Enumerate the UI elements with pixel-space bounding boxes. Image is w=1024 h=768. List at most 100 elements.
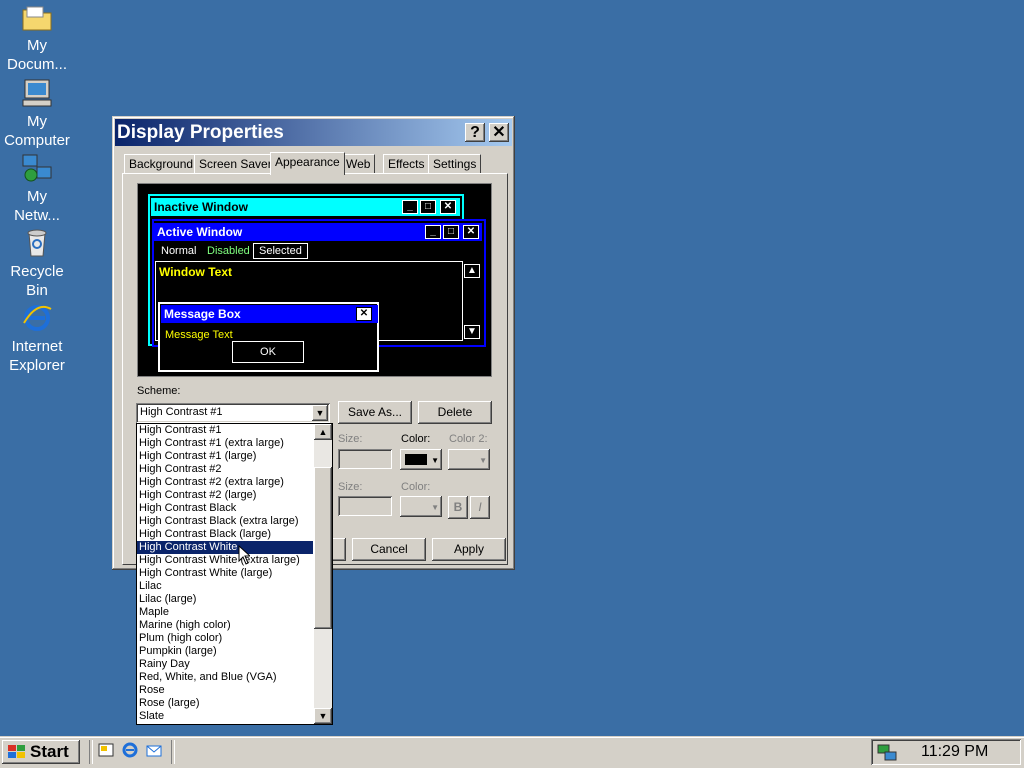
scheme-option[interactable]: Rainy Day — [137, 658, 313, 671]
scheme-label: Scheme: — [137, 385, 181, 397]
scheme-option[interactable]: Pumpkin (large) — [137, 645, 313, 658]
scroll-up-icon[interactable]: ▲ — [314, 424, 332, 440]
tab-appearance[interactable]: Appearance — [270, 152, 345, 175]
start-button[interactable]: Start — [2, 740, 80, 764]
help-button[interactable]: ? — [465, 123, 485, 142]
dropdown-arrow-icon: ▼ — [431, 456, 439, 465]
scroll-down-icon: ▼ — [464, 325, 480, 339]
scheme-option[interactable]: High Contrast White — [137, 541, 313, 554]
scheme-option[interactable]: Marine (high color) — [137, 619, 313, 632]
preview-menu-disabled: Disabled — [207, 245, 250, 257]
scheme-option[interactable]: High Contrast White (large) — [137, 567, 313, 580]
outlook-express-icon[interactable] — [145, 741, 163, 759]
preview-msgbox-text: Message Text — [165, 329, 233, 341]
tab-screen-saver[interactable]: Screen Saver — [194, 154, 277, 174]
preview-menu-normal: Normal — [161, 245, 197, 257]
taskbar-separator — [171, 740, 175, 764]
windows-logo-icon — [8, 745, 25, 758]
show-desktop-icon[interactable] — [97, 741, 115, 759]
scheme-option[interactable]: Rose — [137, 684, 313, 697]
taskbar: Start 11:29 PM — [0, 736, 1024, 768]
desktop-icon-label: Docum... — [6, 56, 67, 73]
title-bar[interactable]: Display Properties ? ✕ — [115, 119, 512, 146]
close-icon: ✕ — [440, 200, 456, 214]
desktop-icon-recycle-bin[interactable]: Recycle Bin — [0, 228, 74, 300]
scheme-option[interactable]: High Contrast #1 (extra large) — [137, 437, 313, 450]
folder-icon — [22, 6, 52, 31]
apply-button[interactable]: Apply — [432, 538, 506, 561]
font-size-select[interactable] — [338, 496, 392, 516]
desktop-icon-my-network[interactable]: My Netw... — [0, 153, 74, 225]
item-color-button[interactable]: ▼ — [400, 449, 442, 470]
scheme-option[interactable]: High Contrast #2 (extra large) — [137, 476, 313, 489]
close-icon: ✕ — [356, 307, 372, 321]
scheme-option[interactable]: High Contrast Black (extra large) — [137, 515, 313, 528]
window-title: Display Properties — [117, 122, 284, 143]
font-color-label: Color: — [401, 481, 431, 493]
scheme-option[interactable]: High Contrast Black — [137, 502, 313, 515]
tab-settings[interactable]: Settings — [428, 154, 482, 174]
scheme-option[interactable]: High Contrast #1 — [137, 424, 313, 437]
scheme-option[interactable]: Plum (high color) — [137, 632, 313, 645]
scheme-selected-value: High Contrast #1 — [140, 406, 223, 418]
preview-msgbox-title: Message Box — [161, 305, 378, 323]
computer-icon — [22, 79, 52, 107]
desktop-icon-label: Bin — [26, 282, 48, 299]
close-button[interactable]: ✕ — [489, 123, 509, 142]
scheme-option[interactable]: Slate — [137, 710, 313, 723]
recycle-bin-icon — [27, 229, 47, 257]
scheme-option[interactable]: High Contrast #2 (large) — [137, 489, 313, 502]
item-size-spinner[interactable] — [338, 449, 392, 469]
maximize-icon: □ — [420, 200, 436, 214]
tab-effects[interactable]: Effects — [383, 154, 430, 174]
font-size-label: Size: — [338, 481, 363, 493]
dropdown-arrow-icon: ▼ — [479, 456, 487, 465]
scheme-option[interactable]: Red, White, and Blue (VGA) — [137, 671, 313, 684]
desktop-icon-internet-explorer[interactable]: Internet Explorer — [0, 303, 74, 375]
scheme-option-list: High Contrast #1 High Contrast #1 (extra … — [137, 424, 332, 723]
dropdown-scrollbar[interactable]: ▲ ▼ — [314, 424, 332, 724]
cancel-button[interactable]: Cancel — [352, 538, 426, 561]
save-as-button[interactable]: Save As... — [338, 401, 412, 424]
scheme-option[interactable]: High Contrast #2 — [137, 463, 313, 476]
scroll-down-icon[interactable]: ▼ — [314, 708, 332, 724]
scroll-up-icon: ▲ — [464, 264, 480, 278]
tab-web[interactable]: Web — [341, 154, 376, 174]
desktop-icon-my-computer[interactable]: My Computer — [0, 78, 74, 150]
desktop-icon-label: My — [27, 188, 47, 205]
scheme-option[interactable]: High Contrast Black (large) — [137, 528, 313, 541]
font-color-button[interactable]: ▼ — [400, 496, 442, 517]
scheme-option[interactable]: Lilac (large) — [137, 593, 313, 606]
delete-button[interactable]: Delete — [418, 401, 492, 424]
dropdown-arrow-icon[interactable]: ▼ — [312, 405, 328, 421]
color-swatch — [405, 454, 427, 465]
scroll-thumb[interactable] — [314, 467, 332, 629]
scheme-option[interactable]: Lilac — [137, 580, 313, 593]
scheme-option[interactable]: High Contrast #1 (large) — [137, 450, 313, 463]
quicklaunch-separator — [89, 740, 93, 764]
desktop-icon-my-documents[interactable]: My Docum... — [0, 4, 74, 74]
minimize-icon: _ — [402, 200, 418, 214]
desktop-icon-label: My — [27, 37, 47, 54]
dropdown-arrow-icon: ▼ — [431, 503, 439, 512]
mouse-pointer-icon — [238, 545, 250, 565]
italic-button[interactable]: I — [470, 496, 490, 519]
desktop-icon-label: Explorer — [9, 357, 65, 374]
bold-button[interactable]: B — [448, 496, 468, 519]
internet-explorer-icon[interactable] — [121, 741, 139, 759]
maximize-icon: □ — [443, 225, 459, 239]
desktop-icon-label: Recycle — [10, 263, 64, 280]
item-color2-button[interactable]: ▼ — [448, 449, 490, 470]
start-label: Start — [30, 742, 69, 761]
scheme-option[interactable]: Rose (large) — [137, 697, 313, 710]
tab-background[interactable]: Background — [124, 154, 199, 174]
network-tray-icon[interactable] — [877, 743, 897, 761]
scheme-select[interactable]: High Contrast #1 ▼ — [136, 403, 330, 423]
scheme-dropdown-list[interactable]: High Contrast #1 High Contrast #1 (extra … — [136, 423, 333, 725]
scheme-option[interactable]: High Contrast White (extra large) — [137, 554, 313, 567]
scheme-option[interactable]: Maple — [137, 606, 313, 619]
item-size-label: Size: — [338, 433, 363, 445]
minimize-icon: _ — [425, 225, 441, 239]
clock[interactable]: 11:29 PM — [921, 743, 988, 761]
desktop-icon-label: Netw... — [14, 207, 60, 224]
